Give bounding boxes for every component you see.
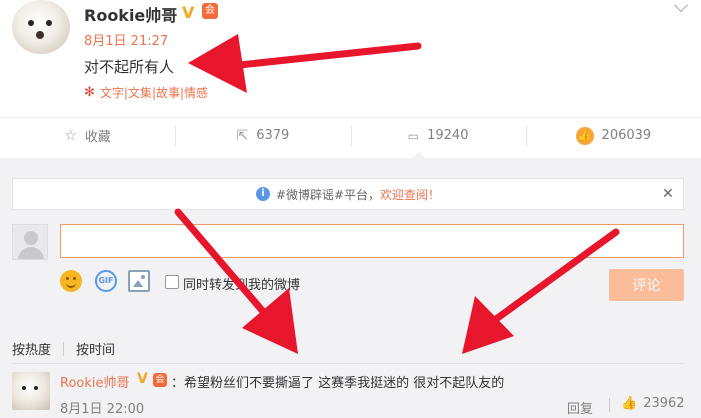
my-avatar — [12, 224, 48, 260]
chevron-down-icon[interactable] — [673, 0, 689, 13]
like-button[interactable]: 👍 206039 — [525, 118, 701, 153]
sort-divider — [63, 341, 65, 356]
annotation-arrow — [226, 42, 422, 70]
flower-icon: ✻ — [84, 85, 95, 100]
like-icon: 👍 — [621, 396, 638, 411]
star-icon: ☆ — [64, 127, 77, 144]
comment-sort-bar: 按热度 按时间 — [12, 339, 115, 358]
sort-by-time[interactable]: 按时间 — [76, 339, 115, 358]
comment-timestamp: 8月1日 22:00 — [60, 402, 145, 417]
author-avatar[interactable] — [12, 0, 70, 54]
reply-button[interactable]: 回复 — [567, 398, 593, 417]
info-icon: i — [255, 187, 270, 201]
comment-panel: i #微博辟谣#平台， 欢迎查阅！ ✕ GIF 同时转发到我的微博 评论 按热度… — [0, 158, 701, 418]
notice-link[interactable]: 欢迎查阅！ — [380, 186, 440, 203]
sort-by-hot[interactable]: 按热度 — [12, 339, 51, 358]
action-divider — [609, 398, 610, 412]
vip-icon: 会 — [202, 3, 218, 19]
commenter-username[interactable]: Rookie帅哥 — [60, 372, 130, 391]
divider — [12, 363, 684, 364]
submit-comment-button[interactable]: 评论 — [609, 269, 684, 301]
image-icon[interactable] — [128, 270, 150, 292]
comment-count: 19240 — [427, 128, 469, 143]
post-tags: ✻ 文字|文集|故事|情感 — [84, 84, 208, 101]
like-icon: 👍 — [575, 126, 594, 145]
repost-checkbox[interactable] — [165, 275, 179, 289]
comment-text: ：希望粉丝们不要撕逼了 这赛季我挺迷的 很对不起队友的 — [171, 376, 505, 391]
commenter-avatar[interactable] — [12, 372, 50, 410]
repost-count: 6379 — [256, 128, 290, 143]
comment-input[interactable] — [60, 224, 684, 258]
smile-icon[interactable] — [60, 270, 82, 292]
vip-icon: 会 — [153, 373, 167, 387]
repost-button[interactable]: ⇱ 6379 — [175, 118, 350, 153]
post-text: 对不起所有人 — [84, 58, 175, 76]
close-icon[interactable]: ✕ — [662, 186, 674, 202]
comment-icon: ▭ — [407, 128, 420, 143]
post-tags-text[interactable]: 文字|文集|故事|情感 — [100, 84, 208, 101]
post-timestamp[interactable]: 8月1日 21:27 — [84, 30, 168, 49]
author-username[interactable]: Rookie帅哥 — [84, 2, 177, 26]
repost-checkbox-label[interactable]: 同时转发到我的微博 — [183, 274, 300, 293]
verified-icon: V — [137, 371, 148, 387]
rumor-notice: i #微博辟谣#平台， 欢迎查阅！ — [12, 178, 684, 210]
notice-text: #微博辟谣#平台， — [275, 187, 381, 202]
favorite-label: 收藏 — [84, 130, 111, 145]
repost-icon: ⇱ — [236, 127, 249, 144]
comment-like-count: 23962 — [643, 396, 685, 411]
comment-button[interactable]: ▭ 19240 — [350, 118, 526, 153]
gif-icon[interactable]: GIF — [95, 270, 117, 292]
comment-like-button[interactable]: 👍 23962 — [621, 396, 685, 411]
post-action-bar: ☆ 收藏 ⇱ 6379 ▭ 19240 👍 206039 — [0, 117, 701, 153]
favorite-button[interactable]: ☆ 收藏 — [0, 118, 175, 153]
like-count: 206039 — [601, 128, 652, 143]
verified-icon: V — [182, 3, 195, 22]
